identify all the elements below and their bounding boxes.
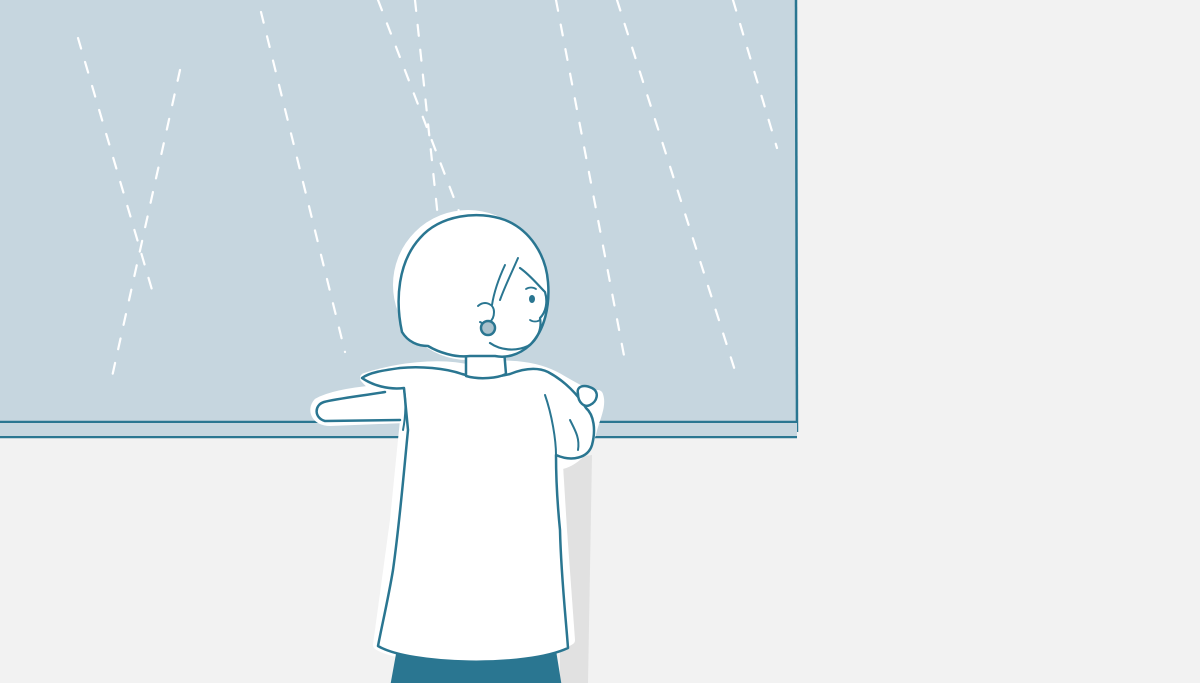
window-sill-face — [0, 423, 797, 436]
hair — [397, 213, 550, 358]
window-frame-right — [794, 0, 799, 433]
right-hand — [576, 384, 598, 407]
illustration-scene — [0, 0, 1200, 683]
illustration-canvas — [0, 0, 1200, 683]
earring — [479, 319, 497, 337]
eye — [529, 295, 535, 303]
